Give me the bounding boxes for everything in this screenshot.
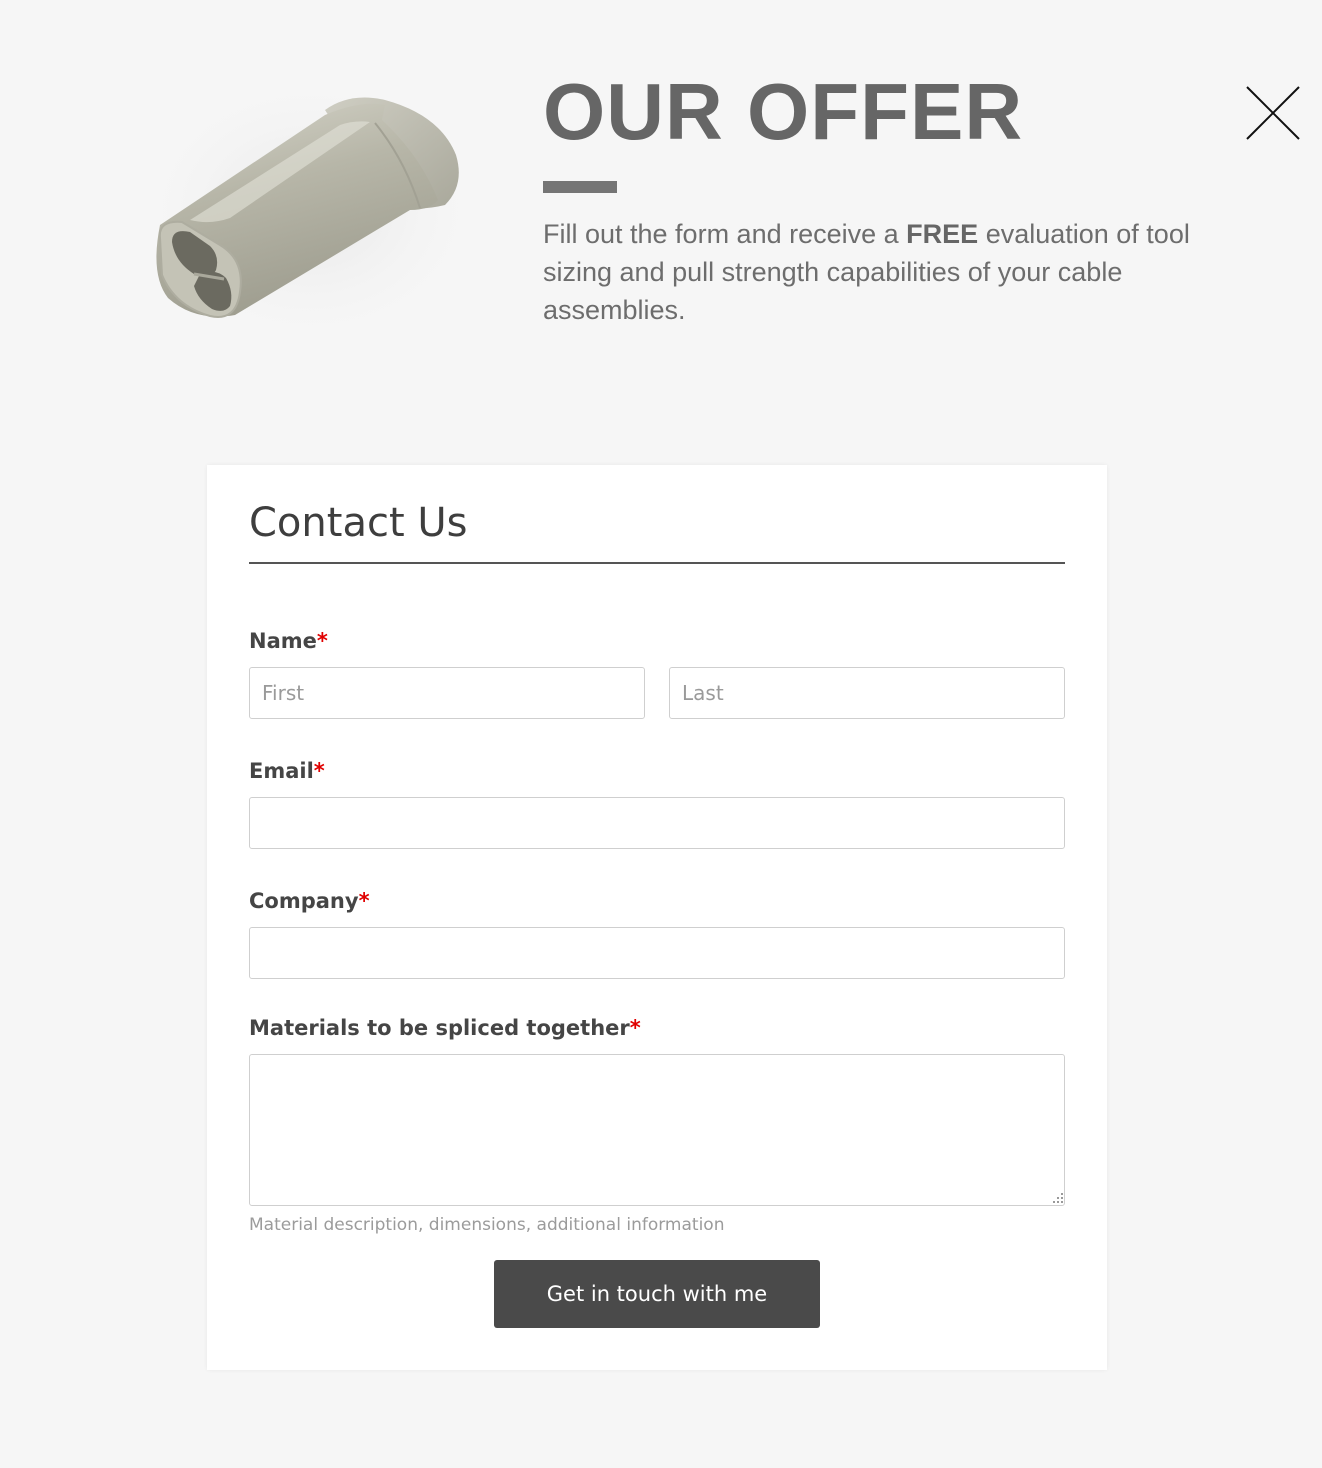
close-icon[interactable] — [1242, 82, 1304, 144]
company-label-text: Company — [249, 889, 359, 913]
email-label: Email* — [249, 757, 325, 785]
close-button[interactable] — [1242, 82, 1304, 144]
form-title: Contact Us — [249, 500, 468, 546]
offer-title-underline — [543, 181, 617, 193]
materials-hint: Material description, dimensions, additi… — [249, 1215, 725, 1235]
email-label-text: Email — [249, 759, 314, 783]
resize-handle-icon[interactable] — [1053, 1193, 1063, 1203]
required-marker: * — [358, 889, 370, 913]
required-marker: * — [316, 629, 328, 653]
email-input[interactable] — [249, 797, 1065, 849]
offer-title: OUR OFFER — [543, 67, 1024, 156]
materials-textarea[interactable] — [249, 1054, 1065, 1206]
materials-label-text: Materials to be spliced together — [249, 1016, 630, 1040]
first-name-input[interactable] — [249, 667, 645, 719]
splice-sleeve-image — [130, 70, 490, 350]
submit-button[interactable]: Get in touch with me — [494, 1260, 820, 1328]
materials-label: Materials to be spliced together* — [249, 1014, 641, 1042]
contact-form-card: Contact Us Name* Email* Company* Materia… — [207, 465, 1107, 1370]
form-title-divider — [249, 562, 1065, 564]
company-label: Company* — [249, 887, 370, 915]
last-name-input[interactable] — [669, 667, 1065, 719]
offer-description: Fill out the form and receive a FREE eva… — [543, 215, 1203, 329]
offer-text-start: Fill out the form and receive a — [543, 219, 907, 249]
name-label: Name* — [249, 627, 328, 655]
offer-text-free: FREE — [906, 219, 979, 249]
required-marker: * — [313, 759, 325, 783]
company-input[interactable] — [249, 927, 1065, 979]
name-label-text: Name — [249, 629, 317, 653]
product-image — [120, 60, 500, 360]
required-marker: * — [629, 1016, 641, 1040]
